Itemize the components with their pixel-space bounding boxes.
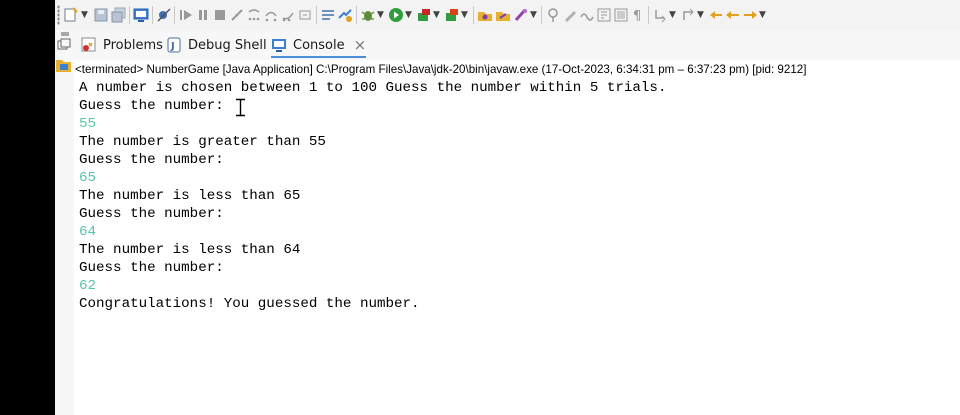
console-input-line: 55 (79, 116, 97, 132)
toolbar-separator (152, 6, 153, 24)
svg-text:¶: ¶ (633, 9, 641, 23)
step-into-icon[interactable] (246, 7, 262, 23)
console-output-line: Guess the number: (79, 206, 224, 222)
search-icon[interactable] (513, 7, 529, 23)
toggle-breadcrumb-icon[interactable] (579, 7, 595, 23)
toolbar-separator (356, 6, 357, 24)
console-icon (271, 37, 287, 53)
new-icon[interactable] (63, 7, 79, 23)
debug-icon[interactable] (337, 7, 353, 23)
save-all-icon[interactable] (111, 7, 127, 23)
back-icon[interactable] (725, 7, 741, 23)
console-output-line: The number is greater than 55 (79, 134, 326, 150)
console-input-line: 64 (79, 224, 97, 240)
run-external-dropdown-icon[interactable]: ▼ (433, 8, 440, 22)
toolbar-separator (541, 6, 542, 24)
view-tab-bar: Problems J Debug Shell Console × (55, 30, 960, 60)
coverage-icon[interactable] (444, 7, 460, 23)
step-return-icon[interactable] (280, 7, 296, 23)
open-type-icon[interactable] (477, 7, 493, 23)
run-dropdown-icon[interactable]: ▼ (405, 8, 412, 22)
disconnect-icon[interactable] (229, 7, 245, 23)
use-step-filters-icon[interactable] (320, 7, 336, 23)
open-task-icon[interactable] (495, 7, 511, 23)
console-output-line: Congratulations! You guessed the number. (79, 296, 420, 312)
console-input-line: 65 (79, 170, 97, 186)
drop-to-frame-icon[interactable] (297, 7, 313, 23)
last-edit-icon[interactable] (708, 7, 724, 23)
toolbar-separator (648, 6, 649, 24)
highlight-icon[interactable] (562, 7, 578, 23)
prev-annotation-dropdown-icon[interactable]: ▼ (697, 8, 704, 22)
console-input-line: 62 (79, 278, 97, 294)
run-icon[interactable] (388, 7, 404, 23)
resume-icon[interactable] (178, 7, 194, 23)
terminated-process-icon (55, 57, 72, 74)
tab-debug-shell-label: Debug Shell (188, 37, 267, 53)
eclipse-window: ▼ ▼ ▼ ▼ ▼ ▼ ¶ ▼ ▼ ▼ Problems J Debug She… (0, 0, 960, 415)
view-grip-icon[interactable] (61, 32, 69, 36)
console-output-line: Guess the number: (79, 152, 224, 168)
console-output-line: A number is chosen between 1 to 100 Gues… (79, 80, 667, 96)
forward-icon[interactable] (742, 7, 758, 23)
tab-console[interactable]: Console × (271, 34, 367, 58)
new-dropdown-icon[interactable]: ▼ (81, 8, 88, 22)
save-icon[interactable] (93, 7, 109, 23)
debug-dropdown-icon[interactable]: ▼ (377, 8, 384, 22)
run-external-icon[interactable] (416, 7, 432, 23)
view-side-gutter (55, 30, 74, 415)
coverage-dropdown-icon[interactable]: ▼ (461, 8, 468, 22)
search-dropdown-icon[interactable]: ▼ (530, 8, 537, 22)
console-output-line: Guess the number: (79, 260, 224, 276)
debug-shell-icon: J (166, 37, 182, 53)
debug-bug-icon[interactable] (360, 7, 376, 23)
prev-annotation-icon[interactable] (680, 7, 696, 23)
toolbar-separator (473, 6, 474, 24)
console-output-line: Guess the number: (79, 98, 224, 114)
tab-problems[interactable]: Problems (81, 34, 163, 56)
view-menu-icon[interactable] (57, 38, 73, 54)
toolbar-grip[interactable] (57, 5, 60, 25)
step-over-icon[interactable] (263, 7, 279, 23)
suspend-icon[interactable] (195, 7, 211, 23)
tab-problems-label: Problems (103, 37, 163, 53)
terminate-icon[interactable] (212, 7, 228, 23)
forward-dropdown-icon[interactable]: ▼ (759, 8, 766, 22)
toolbar-separator (174, 6, 175, 24)
block-selection-icon[interactable] (613, 7, 629, 23)
toolbar-separator (316, 6, 317, 24)
tab-debug-shell[interactable]: J Debug Shell (166, 34, 267, 56)
console-icon[interactable] (133, 7, 149, 23)
text-cursor-icon (235, 98, 246, 117)
console-view-panel: Problems J Debug Shell Console × <termin… (55, 30, 960, 415)
tab-console-label: Console (293, 37, 345, 53)
console-process-header: <terminated> NumberGame [Java Applicatio… (75, 63, 807, 76)
problems-icon (81, 37, 97, 53)
show-whitespace-icon[interactable] (596, 7, 612, 23)
main-toolbar: ▼ ▼ ▼ ▼ ▼ ▼ ¶ ▼ ▼ ▼ (55, 0, 960, 30)
svg-text:J: J (170, 41, 175, 52)
pin-icon[interactable] (545, 7, 561, 23)
console-output[interactable]: A number is chosen between 1 to 100 Gues… (79, 79, 955, 313)
next-annotation-dropdown-icon[interactable]: ▼ (669, 8, 676, 22)
left-black-strip (0, 0, 55, 415)
next-annotation-icon[interactable] (652, 7, 668, 23)
console-output-line: The number is less than 65 (79, 188, 301, 204)
console-output-line: The number is less than 64 (79, 242, 301, 258)
skip-breakpoints-icon[interactable] (156, 7, 172, 23)
close-icon[interactable]: × (354, 38, 367, 53)
toolbar-separator (129, 6, 130, 24)
paragraph-icon[interactable]: ¶ (630, 7, 646, 23)
